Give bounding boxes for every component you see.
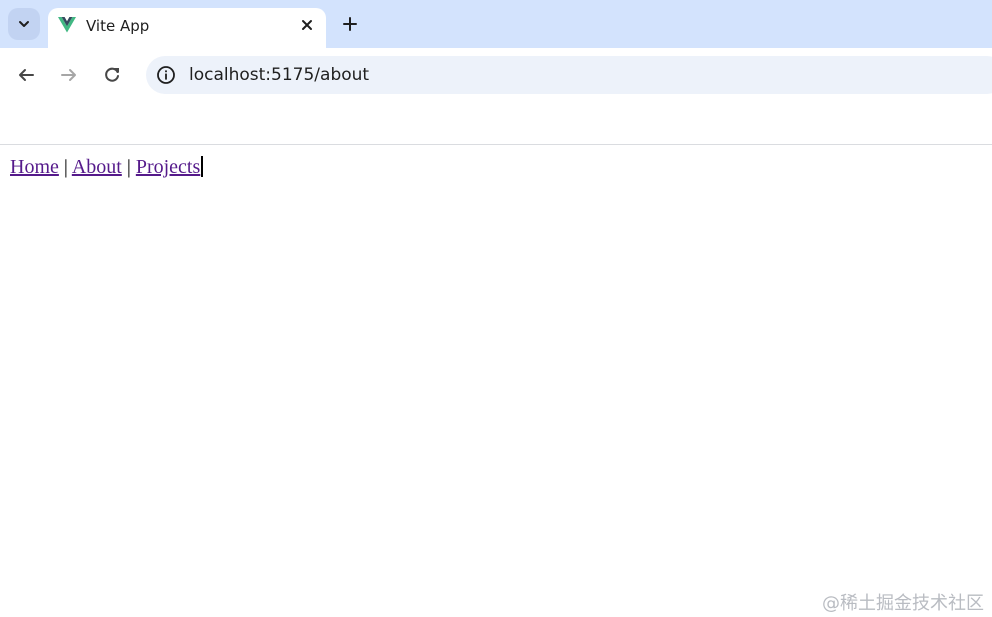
reload-icon <box>105 67 119 82</box>
nav-link-home[interactable]: Home <box>10 156 59 178</box>
back-button[interactable] <box>11 60 41 90</box>
vue-logo-icon <box>58 17 76 33</box>
tab-title: Vite App <box>86 17 150 35</box>
arrow-left-icon <box>19 69 34 81</box>
nav-link-about[interactable]: About <box>72 156 122 178</box>
text-cursor <box>201 156 204 177</box>
reload-button[interactable] <box>97 60 127 90</box>
plus-icon <box>343 17 357 31</box>
tab-search-button[interactable] <box>8 8 40 40</box>
nav-separator: | <box>126 156 131 178</box>
tab-close-button[interactable] <box>296 14 318 36</box>
url-text[interactable]: localhost:5175/about <box>189 65 369 85</box>
close-icon <box>302 20 312 30</box>
new-tab-button[interactable] <box>336 10 364 38</box>
forward-button[interactable] <box>54 60 84 90</box>
browser-tab[interactable]: Vite App <box>48 8 326 48</box>
page-nav: Home | About | Projects <box>10 156 204 179</box>
watermark: @稀土掘金技术社区 <box>822 593 984 614</box>
content-divider <box>0 144 992 145</box>
address-bar[interactable]: localhost:5175/about <box>146 56 992 94</box>
tab-strip: Vite App <box>0 0 992 48</box>
chevron-down-icon <box>19 21 29 27</box>
arrow-right-icon <box>61 69 76 81</box>
nav-separator: | <box>63 156 68 178</box>
nav-link-projects[interactable]: Projects <box>136 156 200 178</box>
browser-toolbar: localhost:5175/about <box>0 48 992 102</box>
info-icon[interactable] <box>156 65 176 85</box>
